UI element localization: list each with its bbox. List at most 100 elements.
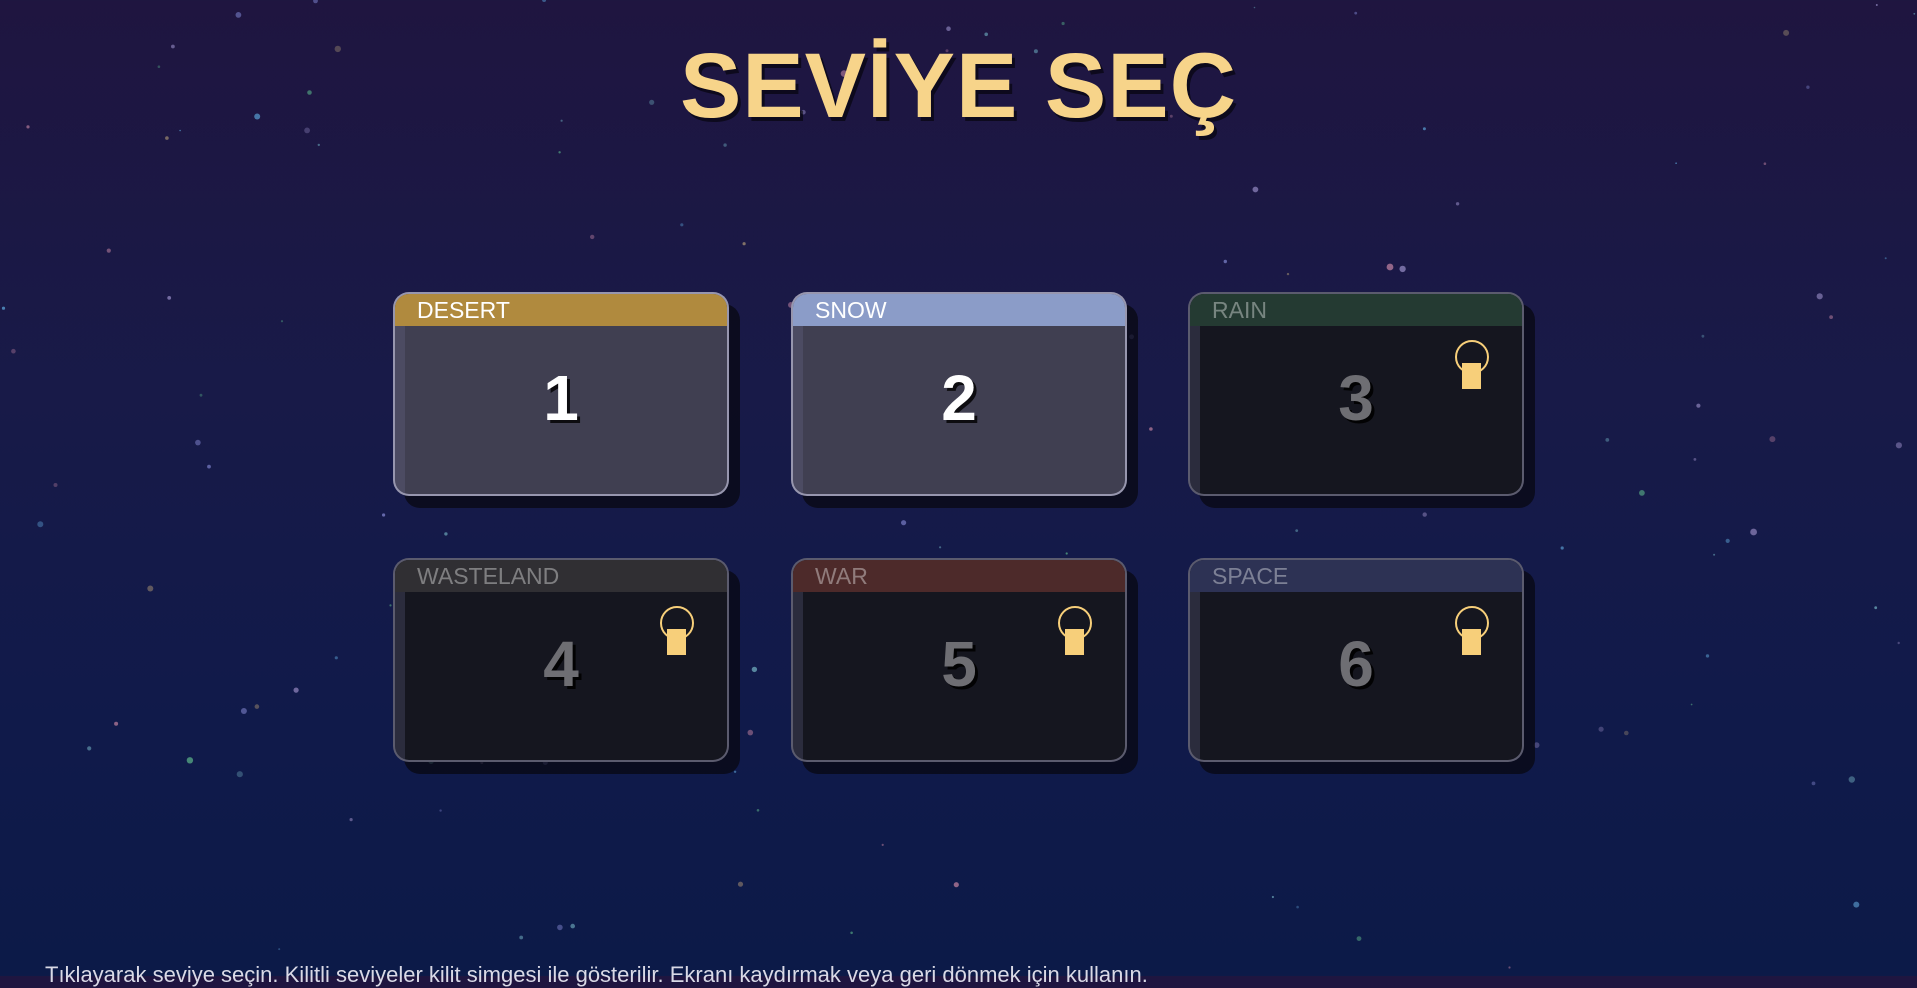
star xyxy=(1713,553,1716,556)
star xyxy=(254,704,260,709)
level-card-4[interactable]: WASTELAND 4 xyxy=(393,558,729,762)
star xyxy=(850,931,853,935)
star xyxy=(1639,490,1645,496)
star xyxy=(1223,259,1228,264)
star xyxy=(570,923,575,929)
level-card-2[interactable]: SNOW 2 xyxy=(791,292,1127,496)
star xyxy=(1848,776,1856,783)
star xyxy=(1149,427,1153,431)
star xyxy=(1605,438,1610,442)
star xyxy=(186,757,194,764)
star xyxy=(444,532,448,536)
star xyxy=(106,248,111,253)
star xyxy=(114,721,119,726)
star xyxy=(1675,162,1677,164)
star xyxy=(1701,334,1705,338)
star xyxy=(1696,403,1701,408)
star xyxy=(236,771,243,778)
star xyxy=(1624,730,1629,736)
star xyxy=(542,0,547,2)
level-card-6[interactable]: SPACE 6 xyxy=(1188,558,1524,762)
star xyxy=(167,296,172,300)
star xyxy=(1286,272,1290,276)
star xyxy=(1354,11,1358,15)
star xyxy=(1560,546,1564,550)
star xyxy=(1816,293,1823,300)
star xyxy=(195,439,201,446)
star xyxy=(751,666,758,673)
star xyxy=(939,546,942,549)
star xyxy=(199,393,203,397)
star xyxy=(293,687,299,693)
star xyxy=(742,242,746,246)
page-title: SEVİYE SEÇ xyxy=(679,35,1238,137)
star xyxy=(334,656,338,660)
star xyxy=(1422,512,1427,517)
star xyxy=(1508,966,1511,969)
star xyxy=(1769,436,1776,443)
level-theme-label: WASTELAND xyxy=(395,560,727,592)
star xyxy=(946,26,951,32)
star xyxy=(53,483,58,487)
star xyxy=(1065,552,1068,555)
star xyxy=(1811,781,1816,786)
star xyxy=(1895,442,1902,449)
padlock-icon xyxy=(660,606,694,655)
star xyxy=(1295,529,1299,532)
padlock-icon xyxy=(1455,606,1489,655)
star xyxy=(1399,265,1406,273)
star xyxy=(349,818,353,822)
star xyxy=(1129,334,1134,340)
star xyxy=(733,770,737,773)
star xyxy=(953,882,959,888)
star xyxy=(382,513,386,517)
level-card-1[interactable]: DESERT 1 xyxy=(393,292,729,496)
star xyxy=(1690,703,1693,706)
star xyxy=(1763,162,1767,165)
level-card-3[interactable]: RAIN 3 xyxy=(1188,292,1524,496)
instructions-text: Tıklayarak seviye seçin. Kilitli seviyel… xyxy=(45,962,1148,987)
star xyxy=(1725,538,1730,544)
level-theme-label: RAIN xyxy=(1190,294,1522,326)
star xyxy=(1296,905,1299,909)
star xyxy=(1356,936,1362,941)
star xyxy=(278,948,281,951)
star xyxy=(1253,6,1256,9)
level-number: 2 xyxy=(941,362,977,434)
star xyxy=(756,809,760,812)
star xyxy=(1061,21,1065,26)
star xyxy=(1874,606,1878,610)
padlock-icon xyxy=(1455,340,1489,389)
star xyxy=(389,604,392,607)
star xyxy=(87,746,92,751)
star xyxy=(881,843,884,847)
star xyxy=(1913,12,1916,15)
star xyxy=(1598,726,1604,732)
star xyxy=(1750,528,1757,536)
level-number: 1 xyxy=(543,362,579,434)
star xyxy=(317,143,320,147)
level-card-5[interactable]: WAR 5 xyxy=(791,558,1127,762)
star xyxy=(723,143,727,147)
star xyxy=(1,306,6,310)
star xyxy=(737,881,744,887)
star xyxy=(558,151,561,154)
level-theme-label: SNOW xyxy=(793,294,1125,326)
star xyxy=(280,320,284,323)
star xyxy=(240,708,247,714)
star xyxy=(235,12,242,18)
star xyxy=(1884,257,1887,260)
star xyxy=(1693,458,1697,461)
star xyxy=(1252,186,1259,193)
padlock-icon xyxy=(1058,606,1092,655)
star xyxy=(11,348,16,354)
star xyxy=(147,585,154,592)
level-theme-label: SPACE xyxy=(1190,560,1522,592)
star xyxy=(901,520,907,526)
star xyxy=(1853,901,1860,908)
star xyxy=(557,924,563,931)
star xyxy=(1897,641,1900,645)
star xyxy=(1829,315,1833,319)
star xyxy=(519,935,524,940)
star xyxy=(1533,742,1540,748)
